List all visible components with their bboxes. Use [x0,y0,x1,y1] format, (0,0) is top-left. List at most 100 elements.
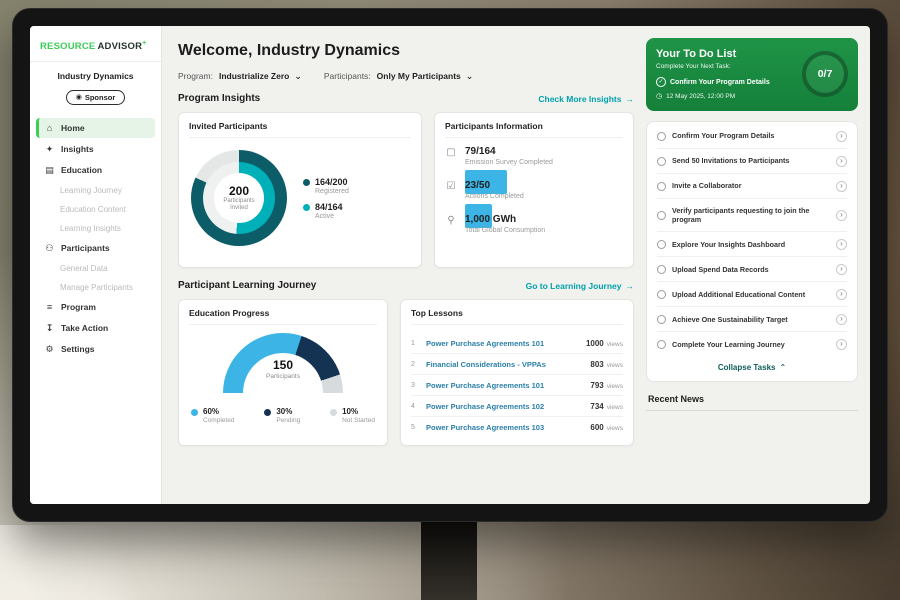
org-block: Industry Dynamics ◉ Sponsor [30,62,161,113]
sidebar-item-settings[interactable]: ⚙ Settings [36,339,155,359]
task-checkbox[interactable] [657,182,666,191]
participants-select[interactable]: Only My Participants ⌄ [377,71,474,81]
info-value: 1,000 GWh [465,214,545,225]
task-checkbox[interactable] [657,340,666,349]
lesson-views-unit: views [607,383,623,390]
sidebar-item-label: Take Action [61,323,108,333]
task-label: Explore Your Insights Dashboard [672,240,830,250]
recent-news-title: Recent News [646,392,858,411]
chevron-right-icon[interactable]: › [836,239,847,250]
lesson-link[interactable]: Power Purchase Agreements 103 [426,423,584,432]
education-progress-card: Education Progress 150 Participants [178,299,388,446]
sidebar-item-learning-insights[interactable]: Learning Insights [36,219,155,237]
chevron-right-icon[interactable]: › [836,339,847,350]
learning-journey-header: Participant Learning Journey Go to Learn… [178,280,634,291]
home-icon: ⌂ [44,124,55,133]
task-checkbox[interactable] [657,157,666,166]
task-row-send-invitations[interactable]: Send 50 Invitations to Participants › [657,149,847,174]
sidebar-item-general-data[interactable]: General Data [36,259,155,277]
invited-center-value: 200 [229,184,249,198]
info-value: 79/164 [465,146,553,157]
sidebar-item-insights[interactable]: ✦ Insights [36,139,155,159]
sidebar-item-education-content[interactable]: Education Content [36,200,155,218]
link-label: Check More Insights [538,94,621,104]
sidebar-item-home[interactable]: ⌂ Home [36,118,155,138]
task-label: Confirm Your Program Details [672,131,830,141]
task-row-upload-educational-content[interactable]: Upload Additional Educational Content › [657,282,847,307]
sidebar-item-label: Participants [61,243,110,253]
task-row-invite-collaborator[interactable]: Invite a Collaborator › [657,174,847,199]
card-title: Participants Information [445,121,623,138]
check-more-insights-link[interactable]: Check More Insights → [538,94,634,104]
lesson-rank: 5 [411,424,420,431]
sidebar-item-label: Education [61,165,102,175]
chevron-right-icon[interactable]: › [836,264,847,275]
sidebar-item-participants[interactable]: ⚇ Participants [36,238,155,258]
task-checkbox[interactable] [657,315,666,324]
task-checkbox[interactable] [657,211,666,220]
sidebar-item-program[interactable]: ≡ Program [36,297,155,317]
task-row-confirm-program[interactable]: Confirm Your Program Details › [657,124,847,149]
page-title: Welcome, Industry Dynamics [178,42,634,60]
collapse-tasks-link[interactable]: Collapse Tasks ⌃ [657,356,847,376]
legend-label: Completed [203,417,234,424]
lesson-rank: 4 [411,403,420,410]
task-row-verify-participants[interactable]: Verify participants requesting to join t… [657,199,847,232]
task-row-achieve-sustainability-target[interactable]: Achieve One Sustainability Target › [657,307,847,332]
sidebar-item-education[interactable]: ▤ Education [36,160,155,180]
task-label: Invite a Collaborator [672,181,830,191]
lesson-row: 4 Power Purchase Agreements 102 734views [411,396,623,417]
brand-plus-superscript: + [142,40,146,47]
chevron-right-icon[interactable]: › [836,314,847,325]
chevron-right-icon[interactable]: › [836,156,847,167]
sidebar-item-manage-participants[interactable]: Manage Participants [36,278,155,296]
legend-value: 30% [276,407,300,416]
legend-text: 30% Pending [276,407,300,424]
card-title: Top Lessons [411,308,623,325]
chevron-right-icon[interactable]: › [836,289,847,300]
lesson-link[interactable]: Power Purchase Agreements 101 [426,339,580,348]
sidebar-item-take-action[interactable]: ↧ Take Action [36,318,155,338]
lesson-views: 803views [590,360,623,369]
top-lessons-card: Top Lessons 1 Power Purchase Agreements … [400,299,634,446]
todo-progress-ring: 0/7 [802,51,848,97]
legend-item-active: 84/164 Active [303,202,349,220]
lesson-link[interactable]: Power Purchase Agreements 102 [426,402,584,411]
lesson-rank: 1 [411,340,420,347]
todo-next-task[interactable]: ✓ Confirm Your Program Details [656,77,770,87]
program-select[interactable]: Industrialize Zero ⌄ [219,71,302,81]
lesson-views-value: 1000 [586,339,604,348]
sidebar-item-learning-journey[interactable]: Learning Journey [36,181,155,199]
sidebar-item-label: Manage Participants [60,283,133,292]
lesson-views: 793views [590,381,623,390]
invited-participants-card: Invited Participants 200 Participants In… [178,112,422,268]
background-light [0,525,160,600]
dashboard-screen: RESOURCEADVISOR+ Industry Dynamics ◉ Spo… [30,26,870,504]
task-checkbox[interactable] [657,132,666,141]
lesson-views-value: 600 [590,423,603,432]
task-checkbox[interactable] [657,240,666,249]
task-checkbox[interactable] [657,265,666,274]
task-row-upload-spend-data[interactable]: Upload Spend Data Records › [657,257,847,282]
chevron-right-icon[interactable]: › [836,210,847,221]
lesson-link[interactable]: Financial Considerations - VPPAs [426,360,584,369]
todo-title: Your To Do List [656,48,770,60]
legend-label: Pending [276,417,300,424]
todo-due-label: 12 May 2025, 12:00 PM [666,93,735,100]
sidebar-item-label: Learning Journey [60,186,122,195]
chevron-right-icon[interactable]: › [836,131,847,142]
lesson-views-value: 803 [590,360,603,369]
legend-dot [303,179,310,186]
chevron-right-icon[interactable]: › [836,181,847,192]
todo-due-date: ◷ 12 May 2025, 12:00 PM [656,93,770,100]
task-checkbox[interactable] [657,290,666,299]
sponsor-badge: ◉ Sponsor [66,90,126,105]
lesson-views-unit: views [607,341,623,348]
lesson-link[interactable]: Power Purchase Agreements 101 [426,381,584,390]
sidebar-item-label: Learning Insights [60,224,121,233]
invited-center-label: Participants Invited [217,198,261,213]
invited-card-body: 200 Participants Invited 164/200 Registe [189,146,411,250]
go-to-learning-journey-link[interactable]: Go to Learning Journey → [526,281,634,291]
task-row-explore-insights[interactable]: Explore Your Insights Dashboard › [657,232,847,257]
task-row-complete-learning-journey[interactable]: Complete Your Learning Journey › [657,332,847,356]
